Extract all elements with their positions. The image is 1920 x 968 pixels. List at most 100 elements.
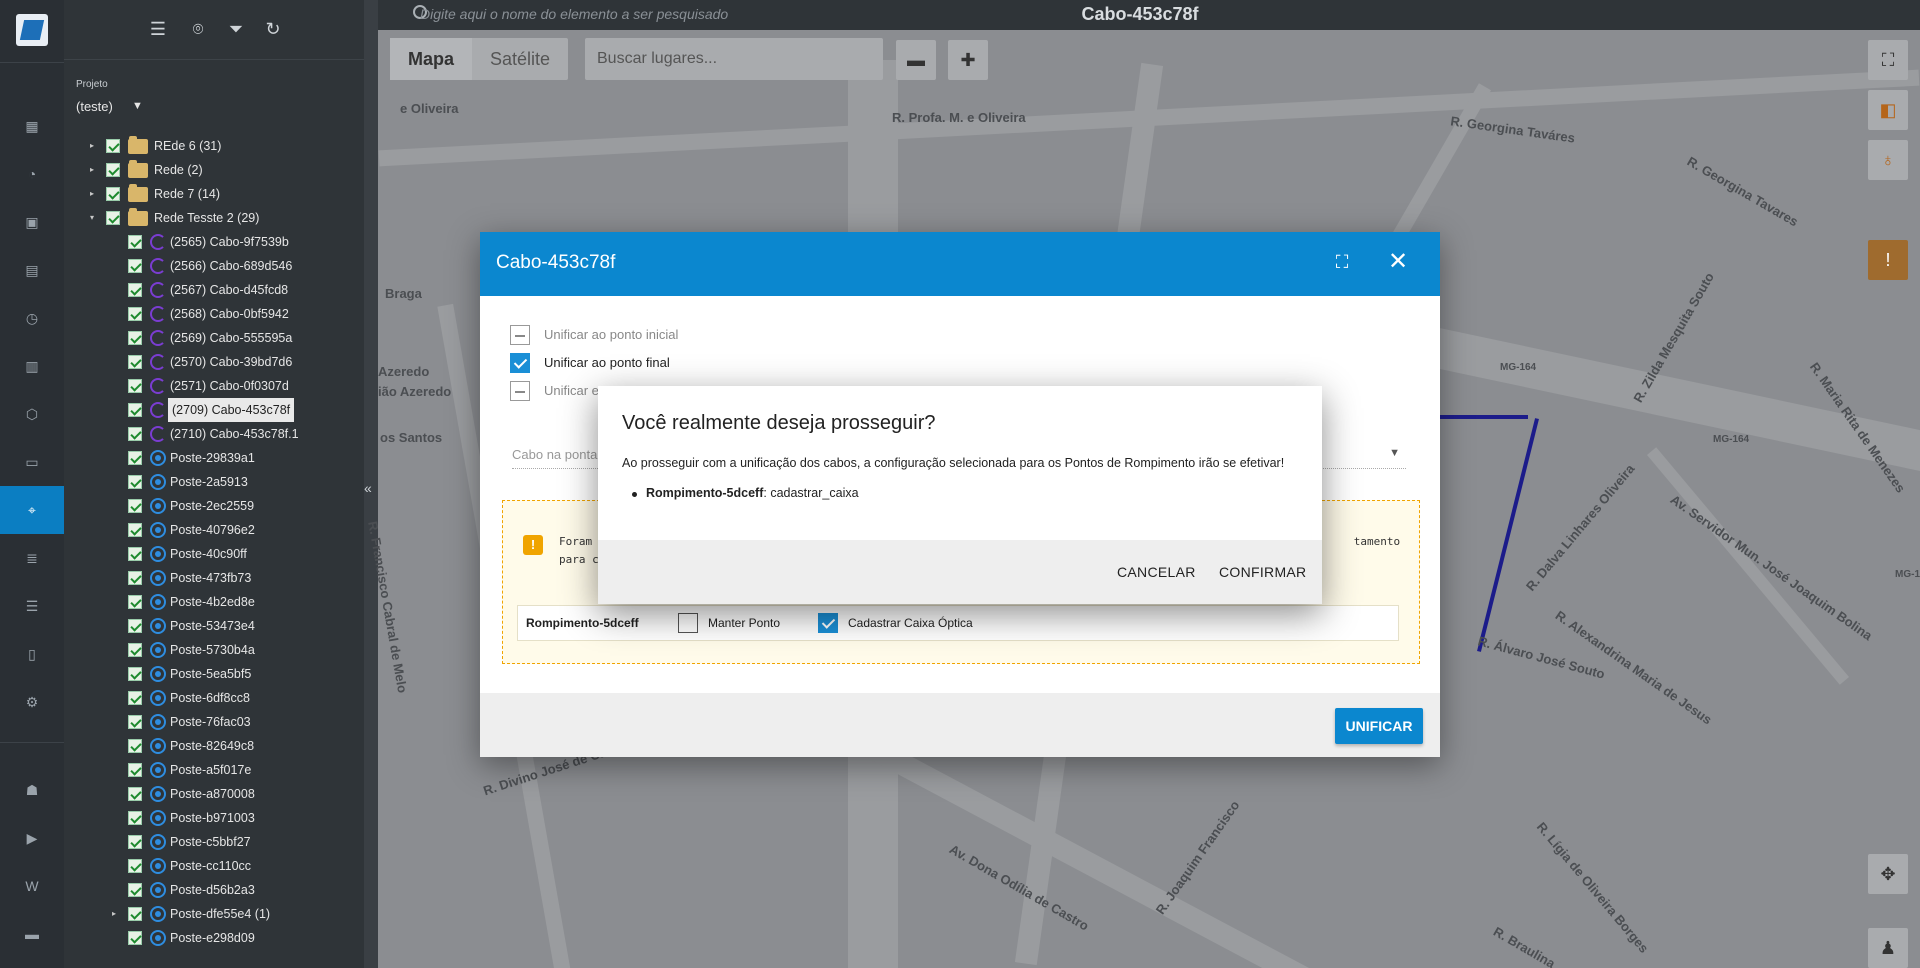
tree-item[interactable]: Poste-c5bbf27	[64, 830, 364, 854]
tree-checkbox[interactable]	[128, 259, 142, 273]
tree-item[interactable]: (2710) Cabo-453c78f.1	[64, 422, 364, 446]
tree-item[interactable]: ▸ Poste-dfe55e4 (1)	[64, 902, 364, 926]
tree-checkbox[interactable]	[128, 883, 142, 897]
tree-item[interactable]: Poste-d56b2a3	[64, 878, 364, 902]
keep-point-checkbox[interactable]	[678, 613, 698, 633]
tree-checkbox[interactable]	[128, 715, 142, 729]
tree-checkbox[interactable]	[106, 139, 120, 153]
network-icon[interactable]: ◔	[0, 150, 64, 198]
tree-item[interactable]: (2565) Cabo-9f7539b	[64, 230, 364, 254]
maximize-icon[interactable]: ⛶	[1332, 252, 1352, 272]
tree-item[interactable]: (2709) Cabo-453c78f	[64, 398, 364, 422]
project-select[interactable]: (teste)	[76, 99, 113, 114]
layers-icon[interactable]: ◧	[1868, 90, 1908, 130]
tree-checkbox[interactable]	[128, 667, 142, 681]
tree-checkbox[interactable]	[128, 643, 142, 657]
tree-checkbox[interactable]	[128, 859, 142, 873]
tree-item[interactable]: Poste-40796e2	[64, 518, 364, 542]
tree-item[interactable]: Poste-40c90ff	[64, 542, 364, 566]
tree-checkbox[interactable]	[128, 379, 142, 393]
contacts-icon[interactable]: ▣	[0, 198, 64, 246]
tree-item[interactable]: Poste-cc110cc	[64, 854, 364, 878]
element-search-input[interactable]: Digite aqui o nome do elemento a ser pes…	[420, 6, 728, 22]
tree-checkbox[interactable]	[128, 331, 142, 345]
tree-checkbox[interactable]	[128, 931, 142, 945]
unify-button[interactable]: UNIFICAR	[1335, 708, 1423, 744]
tree-checkbox[interactable]	[128, 571, 142, 585]
filter-icon[interactable]: ⏷	[224, 17, 248, 41]
chevron-right-icon[interactable]: ▸	[86, 134, 98, 158]
tree-item[interactable]: Poste-53473e4	[64, 614, 364, 638]
tree-checkbox[interactable]	[128, 595, 142, 609]
building-icon[interactable]: ▥	[0, 342, 64, 390]
tree-checkbox[interactable]	[128, 523, 142, 537]
places-search-input[interactable]: Buscar lugares...	[585, 38, 883, 80]
map-pin-icon[interactable]: ⌖	[0, 486, 64, 534]
alert-icon[interactable]: !	[1868, 240, 1908, 280]
map-book-icon[interactable]: ▤	[0, 246, 64, 294]
chevron-down-icon[interactable]: ▾	[86, 206, 98, 230]
tree-item[interactable]: (2570) Cabo-39bd7d6	[64, 350, 364, 374]
tree-item[interactable]: ▸ Rede (2)	[64, 158, 364, 182]
pan-control-icon[interactable]: ✥	[1868, 854, 1908, 894]
refresh-icon[interactable]: ↻	[261, 17, 285, 41]
chevron-right-icon[interactable]: ▸	[86, 158, 98, 182]
tree-item[interactable]: Poste-473fb73	[64, 566, 364, 590]
tree-checkbox[interactable]	[128, 403, 142, 417]
tree-checkbox[interactable]	[128, 763, 142, 777]
tree-checkbox[interactable]	[128, 235, 142, 249]
ruler-icon[interactable]: ▬	[896, 40, 936, 80]
tree-checkbox[interactable]	[128, 811, 142, 825]
tree-checkbox[interactable]	[128, 307, 142, 321]
dashboard-icon[interactable]: ▦	[0, 102, 64, 150]
tree-item[interactable]: (2568) Cabo-0bf5942	[64, 302, 364, 326]
tree-item[interactable]: Poste-6df8cc8	[64, 686, 364, 710]
menu-icon[interactable]: ☰	[146, 17, 170, 41]
location-pin-icon[interactable]: ⌾	[186, 17, 210, 41]
tree-checkbox[interactable]	[106, 163, 120, 177]
box-icon[interactable]: ⬡	[0, 390, 64, 438]
cancel-button[interactable]: CANCELAR	[1117, 564, 1196, 580]
street-view-pegman-icon[interactable]: ♟	[1868, 928, 1908, 968]
tree-item[interactable]: Poste-76fac03	[64, 710, 364, 734]
tree-checkbox[interactable]	[106, 187, 120, 201]
tree-checkbox[interactable]	[106, 211, 120, 225]
tree-item[interactable]: Poste-4b2ed8e	[64, 590, 364, 614]
map-type-satellite-button[interactable]: Satélite	[472, 38, 568, 80]
tree-item[interactable]: ▸ REde 6 (31)	[64, 134, 364, 158]
tree-checkbox[interactable]	[128, 907, 142, 921]
tree-item[interactable]: Poste-a5f017e	[64, 758, 364, 782]
unify-final-checkbox[interactable]	[510, 353, 530, 373]
tree-item[interactable]: Poste-a870008	[64, 782, 364, 806]
document-icon[interactable]: ▯	[0, 630, 64, 678]
lightbulb-icon[interactable]: ♁	[1868, 140, 1908, 180]
tree-item[interactable]: Poste-5730b4a	[64, 638, 364, 662]
collapse-panel-icon[interactable]: «	[364, 480, 378, 496]
app-logo[interactable]	[16, 14, 48, 46]
tree-item[interactable]: Poste-2a5913	[64, 470, 364, 494]
unify-third-checkbox[interactable]	[510, 381, 530, 401]
chevron-right-icon[interactable]: ▸	[108, 902, 120, 926]
tree-checkbox[interactable]	[128, 547, 142, 561]
settings-icon[interactable]: ⚙	[0, 678, 64, 726]
tree-item[interactable]: Poste-82649c8	[64, 734, 364, 758]
fullscreen-icon[interactable]: ⛶	[1868, 40, 1908, 80]
confirm-button[interactable]: CONFIRMAR	[1219, 564, 1306, 580]
tree-checkbox[interactable]	[128, 355, 142, 369]
table-icon[interactable]: ☰	[0, 582, 64, 630]
chevron-down-icon[interactable]: ▼	[1389, 447, 1400, 459]
register-box-checkbox[interactable]	[818, 613, 838, 633]
tree-checkbox[interactable]	[128, 787, 142, 801]
tree-checkbox[interactable]	[128, 427, 142, 441]
unify-initial-checkbox[interactable]	[510, 325, 530, 345]
chat-icon[interactable]: ▬	[0, 910, 64, 958]
tree-item[interactable]: ▾ Rede Tesste 2 (29)	[64, 206, 364, 230]
close-icon[interactable]: ✕	[1386, 250, 1410, 274]
android-icon[interactable]: ☗	[0, 766, 64, 814]
tree-item[interactable]: Poste-e298d09	[64, 926, 364, 950]
tree-checkbox[interactable]	[128, 739, 142, 753]
chevron-right-icon[interactable]: ▸	[86, 182, 98, 206]
tree-item[interactable]: Poste-b971003	[64, 806, 364, 830]
tree-item[interactable]: (2571) Cabo-0f0307d	[64, 374, 364, 398]
tree-item[interactable]: (2567) Cabo-d45fcd8	[64, 278, 364, 302]
